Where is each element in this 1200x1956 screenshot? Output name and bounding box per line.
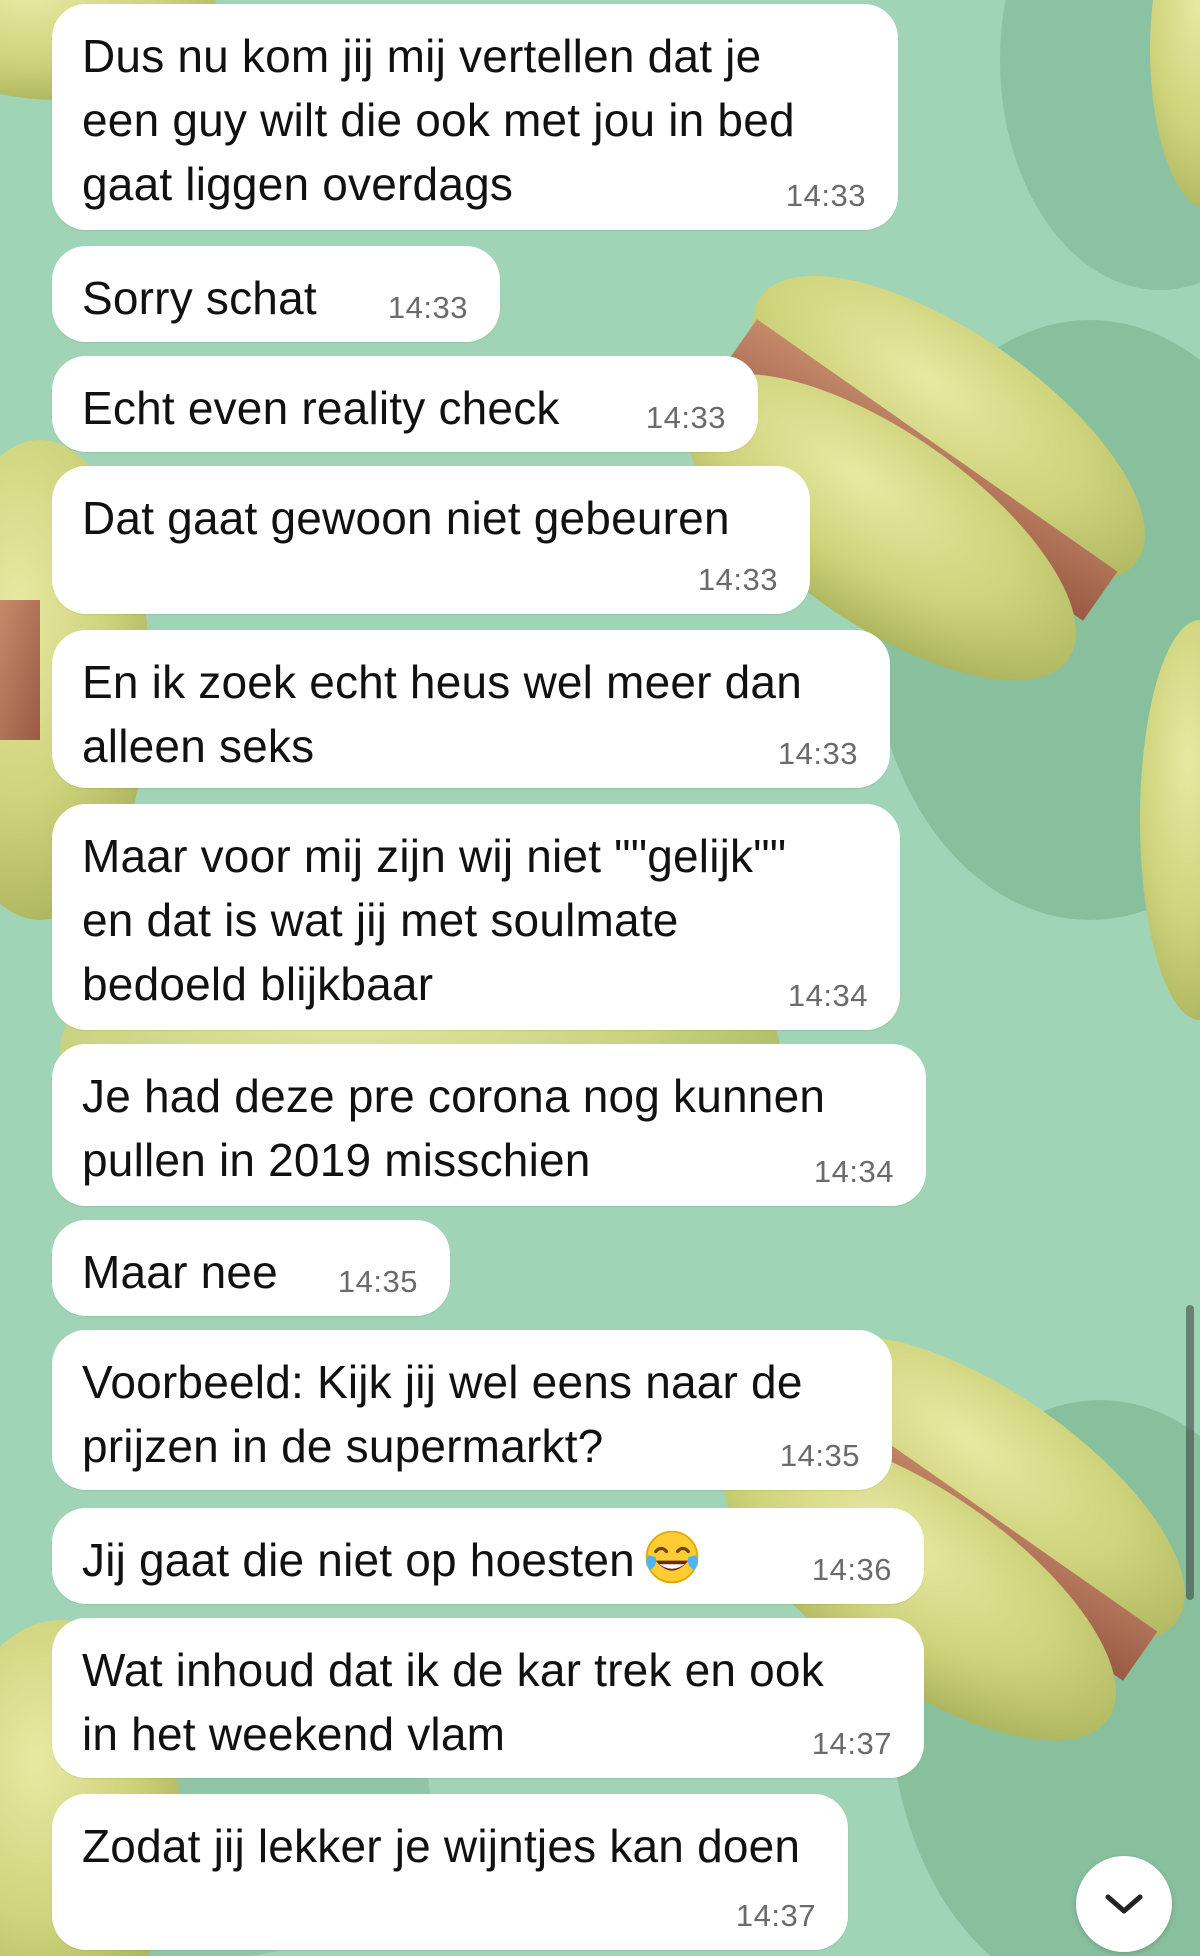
message-time: 14:33 [777, 736, 858, 771]
message-time: 14:33 [387, 290, 468, 325]
message-time: 14:37 [735, 1898, 816, 1933]
message-text: Jij gaat die niet op hoesten [82, 1528, 894, 1592]
message-time: 14:36 [811, 1552, 892, 1587]
message-text-content: Jij gaat die niet op hoesten [82, 1534, 635, 1586]
message-bubble[interactable]: Dat gaat gewoon niet gebeuren 14:33 [52, 466, 810, 614]
message-bubble[interactable]: Je had deze pre corona nog kunnen pullen… [52, 1044, 926, 1206]
message-time: 14:33 [645, 400, 726, 435]
message-text: Echt even reality check [82, 382, 560, 434]
message-bubble[interactable]: Maar voor mij zijn wij niet ""gelijk"" e… [52, 804, 900, 1030]
message-time: 14:35 [779, 1438, 860, 1473]
message-text: Zodat jij lekker je wijntjes kan doen [82, 1820, 801, 1872]
message-bubble[interactable]: Wat inhoud dat ik de kar trek en ook in … [52, 1618, 924, 1778]
message-text: Maar voor mij zijn wij niet ""gelijk"" e… [82, 830, 787, 1010]
message-text: En ik zoek echt heus wel meer dan alleen… [82, 656, 802, 772]
message-bubble[interactable]: Maar nee 14:35 [52, 1220, 450, 1316]
message-time: 14:33 [697, 562, 778, 597]
message-time: 14:34 [787, 978, 868, 1013]
chevron-down-icon [1105, 1894, 1143, 1914]
message-time: 14:37 [811, 1726, 892, 1761]
message-bubble[interactable]: Jij gaat die niet op hoesten 14:36 [52, 1508, 924, 1604]
message-text: Dat gaat gewoon niet gebeuren [82, 492, 730, 544]
message-bubble[interactable]: Voorbeeld: Kijk jij wel eens naar de pri… [52, 1330, 892, 1490]
message-text: Voorbeeld: Kijk jij wel eens naar de pri… [82, 1356, 803, 1472]
message-text: Je had deze pre corona nog kunnen pullen… [82, 1070, 826, 1186]
scroll-to-bottom-button[interactable] [1076, 1856, 1172, 1952]
message-time: 14:34 [813, 1154, 894, 1189]
message-time: 14:33 [785, 178, 866, 213]
face-with-tears-of-joy-icon [645, 1530, 699, 1584]
message-time: 14:35 [337, 1264, 418, 1299]
message-bubble[interactable]: Echt even reality check 14:33 [52, 356, 758, 452]
message-bubble[interactable]: En ik zoek echt heus wel meer dan alleen… [52, 630, 890, 788]
scrollbar[interactable] [1186, 1305, 1194, 1600]
message-text: Wat inhoud dat ik de kar trek en ook in … [82, 1644, 824, 1760]
message-text: Dus nu kom jij mij vertellen dat je een … [82, 30, 795, 210]
message-bubble[interactable]: Sorry schat 14:33 [52, 246, 500, 342]
message-bubble[interactable]: Zodat jij lekker je wijntjes kan doen 14… [52, 1794, 848, 1950]
message-bubble[interactable]: Dus nu kom jij mij vertellen dat je een … [52, 4, 898, 230]
